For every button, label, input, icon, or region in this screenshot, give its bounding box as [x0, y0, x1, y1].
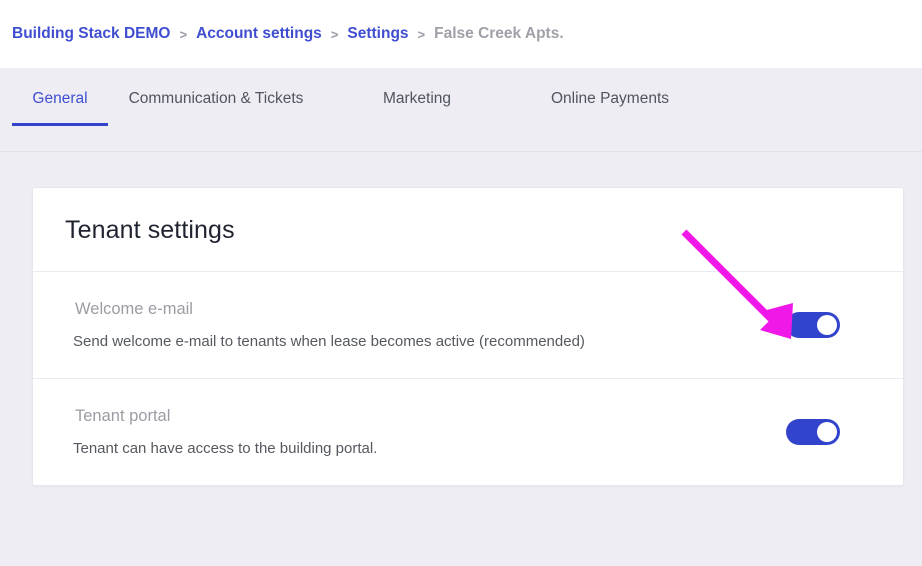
tab-online-payments[interactable]: Online Payments	[525, 68, 695, 126]
breadcrumb-item-building-stack-demo[interactable]: Building Stack DEMO	[12, 25, 170, 43]
breadcrumb: Building Stack DEMO > Account settings >…	[12, 25, 564, 43]
tenant-portal-label: Tenant portal	[75, 407, 171, 425]
tab-general[interactable]: General	[12, 68, 108, 126]
welcome-email-label: Welcome e-mail	[75, 300, 193, 318]
breadcrumb-item-account-settings[interactable]: Account settings	[196, 25, 322, 43]
tenant-settings-card: Tenant settings Welcome e-mail Send welc…	[32, 187, 904, 486]
page-header: Building Stack DEMO > Account settings >…	[0, 0, 922, 68]
page-title: Tenant settings	[65, 216, 235, 244]
breadcrumb-separator-icon: >	[417, 26, 426, 42]
setting-row-tenant-portal: Tenant portal Tenant can have access to …	[33, 379, 903, 485]
tenant-portal-toggle[interactable]	[786, 419, 840, 445]
toggle-knob-icon	[817, 422, 837, 442]
breadcrumb-separator-icon: >	[179, 26, 188, 42]
tenant-portal-description: Tenant can have access to the building p…	[73, 440, 378, 457]
toggle-knob-icon	[817, 315, 837, 335]
tab-marketing[interactable]: Marketing	[347, 68, 487, 126]
welcome-email-toggle[interactable]	[786, 312, 840, 338]
breadcrumb-item-settings[interactable]: Settings	[347, 25, 408, 43]
card-header: Tenant settings	[33, 188, 903, 272]
welcome-email-description: Send welcome e-mail to tenants when leas…	[73, 333, 585, 350]
tab-communication-and-tickets[interactable]: Communication & Tickets	[123, 68, 309, 126]
breadcrumb-item-current: False Creek Apts.	[434, 25, 564, 42]
tab-bar: General Communication & Tickets Marketin…	[0, 68, 922, 152]
breadcrumb-separator-icon: >	[330, 26, 339, 42]
setting-row-welcome-email: Welcome e-mail Send welcome e-mail to te…	[33, 272, 903, 379]
